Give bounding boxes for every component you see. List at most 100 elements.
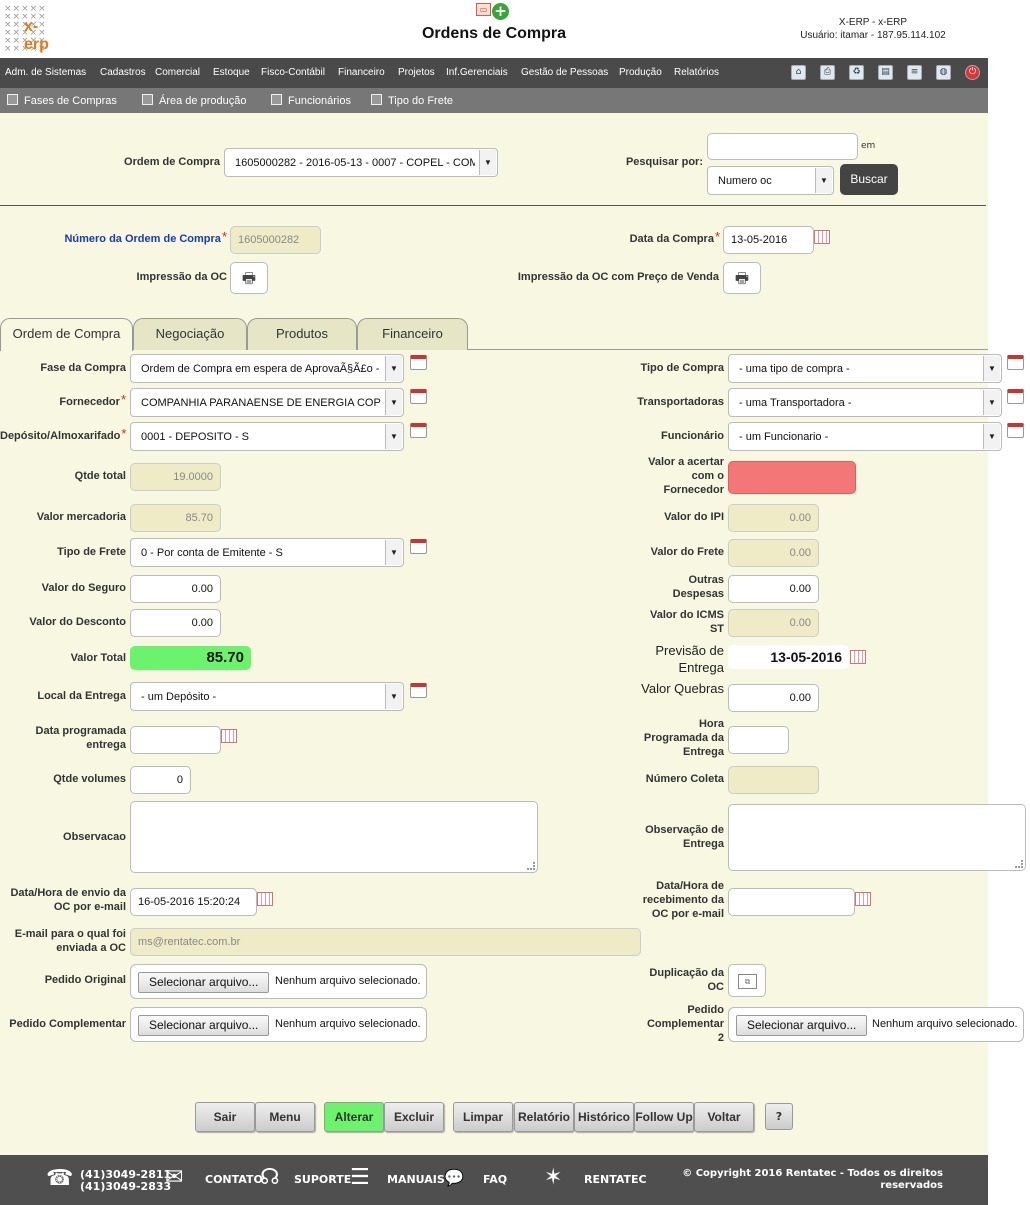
menu-button[interactable]: Menu xyxy=(255,1102,315,1132)
submenu-fases-compras[interactable]: Fases de Compras xyxy=(7,94,117,107)
ordem-compra-select[interactable]: 1605000282 - 2016-05-13 - 0007 - COPEL -… xyxy=(224,148,498,177)
recycle-icon[interactable]: ♻ xyxy=(849,65,864,80)
faq-link[interactable]: FAQ xyxy=(483,1174,507,1186)
buscar-button[interactable]: Buscar xyxy=(840,164,898,195)
chevron-down-icon: ▼ xyxy=(385,356,402,381)
contato-link[interactable]: CONTATO xyxy=(205,1174,263,1186)
add-funcionario-icon[interactable] xyxy=(1007,423,1024,438)
funcionario-select[interactable]: - um Funcionario - ▼ xyxy=(728,422,1002,451)
home-icon[interactable]: ⌂ xyxy=(791,65,806,80)
observacao-entrega-textarea[interactable] xyxy=(728,804,1026,871)
menu-adm-sistemas[interactable]: Adm. de Sistemas xyxy=(5,67,86,78)
tab-produtos[interactable]: Produtos xyxy=(247,318,357,350)
valor-desconto-field[interactable]: 0.00 xyxy=(130,609,221,637)
fornecedor-label: Fornecedor* xyxy=(0,393,126,409)
menu-comercial[interactable]: Comercial xyxy=(155,67,200,78)
previsao-entrega-field[interactable]: 13-05-2016 xyxy=(728,645,849,669)
recebimento-email-field[interactable] xyxy=(728,888,855,916)
voltar-button[interactable]: Voltar xyxy=(694,1102,754,1132)
list-icon[interactable]: ≡ xyxy=(907,65,922,80)
menu-producao[interactable]: Produção xyxy=(619,67,662,78)
data-compra-field[interactable]: 13-05-2016 xyxy=(723,226,814,254)
print-oc-price-button[interactable]: 🖶 xyxy=(723,262,761,294)
tab-ordem-compra[interactable]: Ordem de Compra xyxy=(0,318,133,351)
window-icon[interactable]: ▭ xyxy=(476,3,491,16)
menu-relatorios[interactable]: Relatórios xyxy=(674,67,719,78)
calendar-icon[interactable] xyxy=(855,892,871,906)
add-transportadora-icon[interactable] xyxy=(1007,389,1024,404)
menu-fisco-contabil[interactable]: Fisco-Contábil xyxy=(261,67,325,78)
print-icon[interactable]: ⎙ xyxy=(820,65,835,80)
envio-email-label: Data/Hora de envio da OC por e-mail xyxy=(10,887,126,913)
observacao-textarea[interactable] xyxy=(130,801,538,873)
resize-handle[interactable] xyxy=(1015,860,1023,868)
select-value: Ordem de Compra em espera de AprovaÃ§Ã£o… xyxy=(141,363,381,375)
calendar-icon[interactable] xyxy=(814,230,830,244)
logo[interactable]: ××××× ××××× ××××× ××××× ××××× ××××× x-erp xyxy=(4,5,62,54)
relatorio-button[interactable]: Relatório xyxy=(514,1102,574,1132)
rentatec-link[interactable]: RENTATEC xyxy=(584,1174,647,1186)
data-programada-field[interactable] xyxy=(130,726,221,754)
select-file-button[interactable]: Selecionar arquivo... xyxy=(138,1015,270,1036)
envio-email-field[interactable]: 16-05-2016 15:20:24 xyxy=(130,888,257,916)
qtde-volumes-field[interactable]: 0 xyxy=(130,766,191,794)
excluir-button[interactable]: Excluir xyxy=(384,1102,444,1132)
select-file-button[interactable]: Selecionar arquivo... xyxy=(138,972,270,993)
add-icon[interactable]: + xyxy=(492,3,509,20)
local-entrega-select[interactable]: - um Depósito - ▼ xyxy=(130,682,404,711)
print-oc-button[interactable]: 🖶 xyxy=(230,262,268,294)
tab-negociacao[interactable]: Negociação xyxy=(133,318,247,350)
alterar-button[interactable]: Alterar xyxy=(324,1102,384,1132)
add-deposito-icon[interactable] xyxy=(410,423,427,438)
numero-oc-label: Número da Ordem de Compra* xyxy=(20,230,227,246)
fase-compra-select[interactable]: Ordem de Compra em espera de AprovaÃ§Ã£o… xyxy=(130,354,404,383)
submenu-tipo-frete[interactable]: Tipo do Frete xyxy=(371,94,453,107)
submenu-funcionarios[interactable]: Funcionários xyxy=(271,94,351,107)
resize-handle[interactable] xyxy=(527,862,535,870)
suporte-link[interactable]: SUPORTE xyxy=(294,1174,351,1186)
select-file-button[interactable]: Selecionar arquivo... xyxy=(736,1015,868,1036)
duplicate-oc-button[interactable]: ⧉ xyxy=(728,964,766,997)
fornecedor-select[interactable]: COMPANHIA PARANAENSE DE ENERGIA COPEL - … xyxy=(130,388,404,417)
sair-button[interactable]: Sair xyxy=(195,1102,255,1132)
add-tipo-frete-icon[interactable] xyxy=(410,539,427,554)
menu-inf-gerenciais[interactable]: Inf.Gerenciais xyxy=(446,67,508,78)
valor-quebras-field[interactable]: 0.00 xyxy=(728,684,819,712)
deposito-select[interactable]: 0001 - DEPOSITO - S ▼ xyxy=(130,422,404,451)
add-local-icon[interactable] xyxy=(410,683,427,698)
valor-seguro-field[interactable]: 0.00 xyxy=(130,575,221,603)
tipo-frete-select[interactable]: 0 - Por conta de Emitente - S ▼ xyxy=(130,538,404,567)
add-fase-icon[interactable] xyxy=(410,355,427,370)
help-button[interactable]: ? xyxy=(765,1103,793,1130)
calendar-icon[interactable] xyxy=(257,892,273,906)
chevron-down-icon: ▼ xyxy=(385,390,402,415)
submenu-area-producao[interactable]: Área de produção xyxy=(142,94,246,107)
tab-financeiro[interactable]: Financeiro xyxy=(357,318,468,350)
add-tipo-compra-icon[interactable] xyxy=(1007,355,1024,370)
transportadora-select[interactable]: - uma Transportadora - ▼ xyxy=(728,388,1002,417)
limpar-button[interactable]: Limpar xyxy=(453,1102,513,1132)
search-input[interactable] xyxy=(707,133,858,160)
no-file-text: Nenhum arquivo selecionado. xyxy=(275,975,421,987)
manuais-link[interactable]: MANUAIS xyxy=(387,1174,445,1186)
menu-projetos[interactable]: Projetos xyxy=(398,67,435,78)
tipo-compra-select[interactable]: - uma tipo de compra - ▼ xyxy=(728,354,1002,383)
document-icon[interactable]: ▤ xyxy=(878,65,893,80)
power-icon[interactable]: ⏻ xyxy=(965,65,980,80)
copyright-line-2: reservados xyxy=(880,1180,943,1191)
menu-estoque[interactable]: Estoque xyxy=(213,67,250,78)
follow-up-button[interactable]: Follow Up xyxy=(634,1102,694,1132)
menu-gestao-pessoas[interactable]: Gestão de Pessoas xyxy=(521,67,608,78)
outras-despesas-field[interactable]: 0.00 xyxy=(728,575,819,603)
menu-cadastros[interactable]: Cadastros xyxy=(100,67,146,78)
menu-financeiro[interactable]: Financeiro xyxy=(338,67,385,78)
qtde-total-label: Qtde total xyxy=(74,470,126,482)
add-fornecedor-icon[interactable] xyxy=(410,389,427,404)
globe-icon[interactable]: ◍ xyxy=(936,65,951,80)
calendar-icon[interactable] xyxy=(221,729,237,743)
calendar-icon[interactable] xyxy=(850,650,866,664)
search-field-select[interactable]: Numero oc ▼ xyxy=(707,166,834,195)
hora-programada-field[interactable] xyxy=(728,726,789,754)
historico-button[interactable]: Histórico xyxy=(574,1102,634,1132)
pedido-complementar2-file: Selecionar arquivo... Nenhum arquivo sel… xyxy=(728,1007,1024,1042)
